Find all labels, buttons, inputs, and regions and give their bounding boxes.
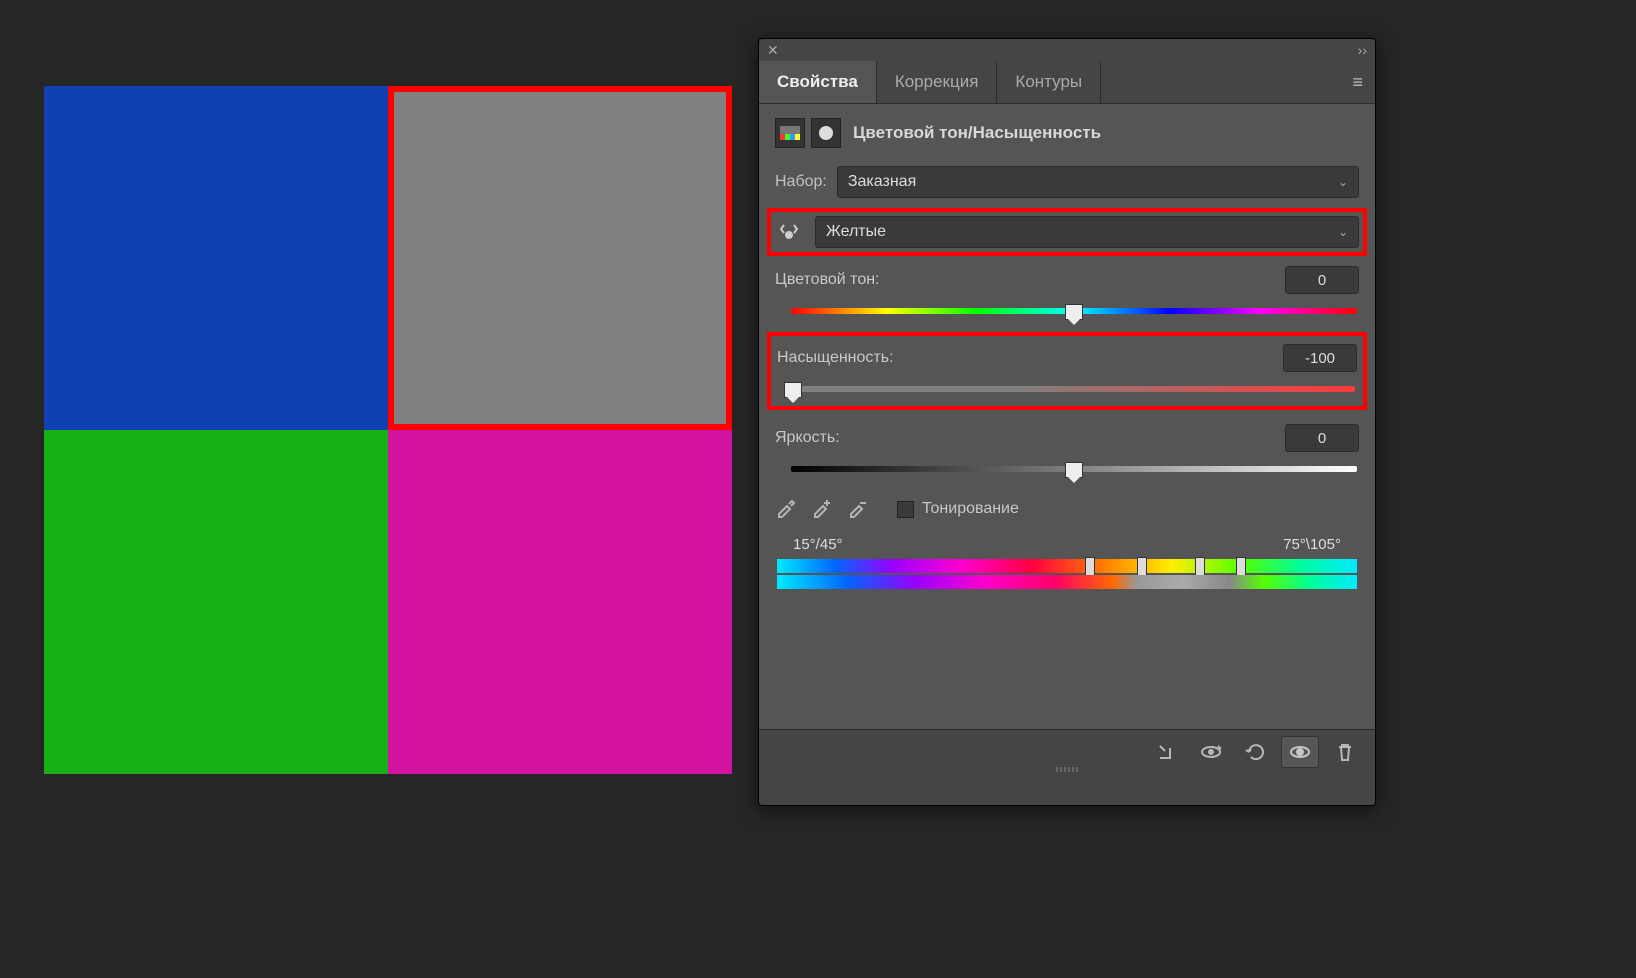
channel-dropdown[interactable]: Желтые ⌄ xyxy=(815,216,1359,248)
range-marker[interactable] xyxy=(1236,557,1246,577)
channel-row: Желтые ⌄ xyxy=(771,212,1363,252)
mask-icon xyxy=(811,118,841,148)
rainbow-full xyxy=(777,559,1357,573)
panel-topbar: ✕ ›› xyxy=(759,39,1375,61)
tab-properties[interactable]: Свойства xyxy=(759,61,877,103)
lightness-label: Яркость: xyxy=(775,429,840,447)
chevron-down-icon: ⌄ xyxy=(1338,175,1348,189)
saturation-slider[interactable] xyxy=(793,378,1355,400)
trash-icon[interactable] xyxy=(1327,737,1363,767)
saturation-row: Насыщенность: -100 xyxy=(777,344,1357,372)
visibility-icon[interactable] xyxy=(1281,736,1319,768)
panel-footer xyxy=(759,729,1375,774)
eyedropper-plus-icon[interactable] xyxy=(811,496,837,522)
saturation-value-input[interactable]: -100 xyxy=(1283,344,1357,372)
lightness-thumb[interactable] xyxy=(1065,462,1083,478)
lightness-slider[interactable] xyxy=(791,458,1357,480)
colorize-checkbox[interactable]: Тонирование xyxy=(897,500,1019,518)
color-range-strip-bottom xyxy=(777,575,1357,589)
preset-dropdown[interactable]: Заказная ⌄ xyxy=(837,166,1359,198)
preset-label: Набор: xyxy=(775,173,827,191)
lightness-value-input[interactable]: 0 xyxy=(1285,424,1359,452)
swatch-magenta xyxy=(388,430,732,774)
range-marker[interactable] xyxy=(1137,557,1147,577)
preset-value: Заказная xyxy=(848,173,916,191)
panel-content: Цветовой тон/Насыщенность Набор: Заказна… xyxy=(759,104,1375,774)
panel-tabs: Свойства Коррекция Контуры ≡ xyxy=(759,61,1375,104)
channel-value: Желтые xyxy=(826,223,886,241)
hue-label: Цветовой тон: xyxy=(775,271,880,289)
swatch-blue xyxy=(44,86,388,430)
view-previous-icon[interactable] xyxy=(1193,737,1229,767)
lightness-row: Яркость: 0 xyxy=(775,424,1359,452)
scrubby-hand-icon[interactable] xyxy=(775,218,803,246)
saturation-label: Насыщенность: xyxy=(777,349,894,367)
properties-panel: ✕ ›› Свойства Коррекция Контуры ≡ Цветов… xyxy=(758,38,1376,806)
swatch-green xyxy=(44,430,388,774)
hue-value-input[interactable]: 0 xyxy=(1285,266,1359,294)
rainbow-adjusted xyxy=(777,575,1357,589)
preset-row: Набор: Заказная ⌄ xyxy=(775,166,1359,198)
canvas-preview xyxy=(44,86,732,774)
tab-correction[interactable]: Коррекция xyxy=(877,61,998,103)
range-marker[interactable] xyxy=(1085,557,1095,577)
clip-to-layer-icon[interactable] xyxy=(1149,737,1185,767)
color-range-strip-top[interactable] xyxy=(777,559,1357,573)
colorize-label: Тонирование xyxy=(922,500,1019,518)
hue-row: Цветовой тон: 0 xyxy=(775,266,1359,294)
panel-menu-icon[interactable]: ≡ xyxy=(1340,72,1375,93)
hue-slider[interactable] xyxy=(791,300,1357,322)
range-right: 75°\105° xyxy=(1283,536,1341,553)
adjustment-title: Цветовой тон/Насыщенность xyxy=(853,123,1101,143)
hue-thumb[interactable] xyxy=(1065,304,1083,320)
range-marker[interactable] xyxy=(1195,557,1205,577)
close-icon[interactable]: ✕ xyxy=(767,42,779,59)
panel-grip[interactable] xyxy=(1047,767,1087,772)
eyedropper-minus-icon[interactable] xyxy=(847,496,873,522)
saturation-thumb[interactable] xyxy=(784,382,802,398)
reset-icon[interactable] xyxy=(1237,737,1273,767)
tab-contours[interactable]: Контуры xyxy=(997,61,1101,103)
chevron-down-icon: ⌄ xyxy=(1338,225,1348,239)
saturation-track xyxy=(793,386,1355,392)
checkbox-box xyxy=(897,501,914,518)
adjustment-header: Цветовой тон/Насыщенность xyxy=(775,118,1359,148)
eyedropper-row: Тонирование xyxy=(775,496,1359,522)
range-left: 15°/45° xyxy=(793,536,843,553)
hue-sat-adjustment-icon xyxy=(775,118,805,148)
saturation-block: Насыщенность: -100 xyxy=(767,332,1367,410)
swatch-gray-desaturated xyxy=(388,86,732,430)
color-range-labels: 15°/45° 75°\105° xyxy=(775,536,1359,553)
eyedropper-icon[interactable] xyxy=(775,496,801,522)
collapse-icon[interactable]: ›› xyxy=(1358,42,1367,58)
